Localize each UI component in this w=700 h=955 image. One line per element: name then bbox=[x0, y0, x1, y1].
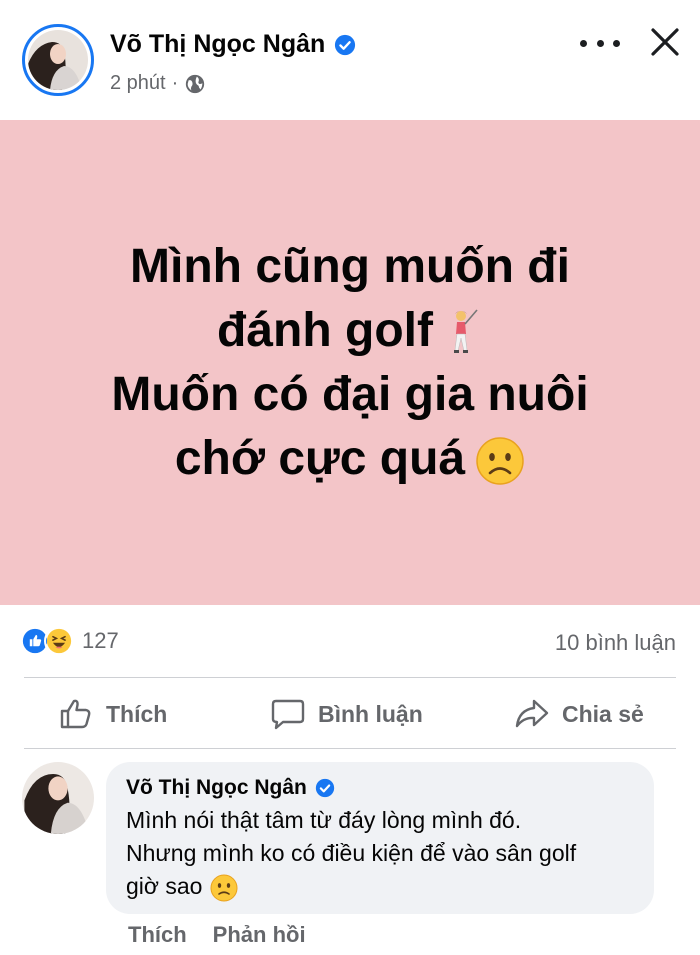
comment-reply-button[interactable]: Phản hồi bbox=[213, 922, 306, 948]
author-row: Võ Thị Ngọc Ngân bbox=[110, 30, 356, 59]
comment-line: giờ sao bbox=[126, 873, 203, 899]
comment-line: Mình nói thật tâm từ đáy lòng mình đó. bbox=[126, 807, 522, 833]
comment-label: Bình luận bbox=[318, 700, 423, 727]
globe-icon bbox=[186, 74, 205, 93]
post-line: Mình cũng muốn đi bbox=[130, 239, 570, 293]
thumbs-up-icon bbox=[60, 699, 91, 729]
comment-line-with-emoji: giờ sao bbox=[126, 870, 634, 903]
slightly-frowning-face-emoji-icon bbox=[210, 874, 238, 902]
comment-like-button[interactable]: Thích bbox=[128, 922, 187, 948]
meta-separator: · bbox=[171, 72, 179, 94]
post-time[interactable]: 2 phút bbox=[110, 72, 166, 95]
verified-badge-icon bbox=[335, 34, 356, 55]
comment-item: Võ Thị Ngọc Ngân Mình nói thật tâm từ đá… bbox=[0, 760, 700, 955]
frowning-face-emoji-icon bbox=[476, 437, 524, 485]
post-line-with-emoji: chớ cực quá bbox=[30, 427, 670, 491]
post-text: Mình cũng muốn đi đánh golf Muốn có đại … bbox=[30, 235, 670, 491]
comment-text: Mình nói thật tâm từ đáy lòng mình đó. N… bbox=[126, 804, 634, 903]
post-actions: Thích Bình luận Chia sẻ bbox=[0, 680, 700, 748]
post-line: Muốn có đại gia nuôi bbox=[111, 367, 589, 421]
verified-badge-icon bbox=[315, 778, 334, 798]
post-stats: 127 10 bình luận bbox=[0, 618, 700, 666]
divider bbox=[24, 748, 676, 749]
like-label: Thích bbox=[106, 700, 168, 727]
author-name[interactable]: Võ Thị Ngọc Ngân bbox=[110, 30, 325, 59]
post-line-with-emoji: đánh golf bbox=[30, 299, 670, 363]
comment-author-row: Võ Thị Ngọc Ngân bbox=[126, 776, 634, 800]
avatar-image bbox=[28, 30, 88, 90]
commenter-avatar[interactable] bbox=[22, 762, 94, 834]
author-avatar[interactable] bbox=[22, 24, 94, 96]
comment-bubble: Võ Thị Ngọc Ngân Mình nói thật tâm từ đá… bbox=[106, 762, 654, 914]
post-line: đánh golf bbox=[217, 303, 433, 357]
more-icon[interactable] bbox=[580, 28, 620, 58]
post-header: Võ Thị Ngọc Ngân 2 phút · bbox=[0, 0, 700, 120]
golfer-emoji-icon bbox=[453, 309, 478, 353]
post-line: chớ cực quá bbox=[174, 431, 466, 485]
reaction-summary[interactable]: 127 bbox=[20, 626, 119, 656]
comment-actions: Thích Phản hồi bbox=[128, 922, 306, 948]
share-arrow-icon bbox=[515, 699, 549, 728]
post-text-background: Mình cũng muốn đi đánh golf Muốn có đại … bbox=[0, 120, 700, 605]
haha-reaction-icon bbox=[44, 626, 74, 656]
reaction-count: 127 bbox=[82, 628, 119, 653]
speech-bubble-icon bbox=[271, 699, 305, 730]
comment-line: Nhưng mình ko có điều kiện để vào sân go… bbox=[126, 840, 577, 866]
share-label: Chia sẻ bbox=[562, 700, 644, 727]
comment-button[interactable]: Bình luận bbox=[270, 680, 423, 748]
comment-count[interactable]: 10 bình luận bbox=[555, 630, 676, 656]
close-icon[interactable] bbox=[648, 25, 682, 59]
comment-author-name[interactable]: Võ Thị Ngọc Ngân bbox=[126, 776, 307, 800]
share-button[interactable]: Chia sẻ bbox=[514, 680, 644, 748]
post-meta: 2 phút · bbox=[110, 72, 206, 95]
divider bbox=[24, 677, 676, 678]
like-button[interactable]: Thích bbox=[58, 680, 167, 748]
